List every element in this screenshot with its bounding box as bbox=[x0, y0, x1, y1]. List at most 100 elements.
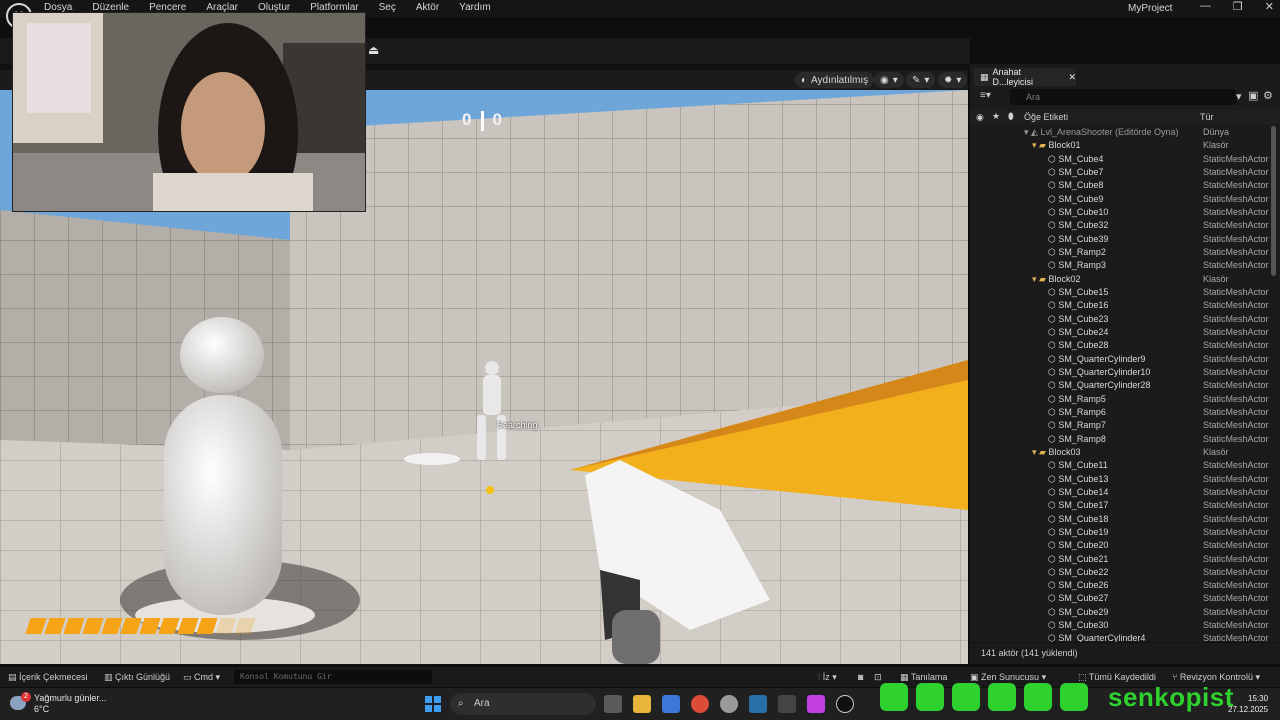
snap-settings-button[interactable]: ✎ ▾ bbox=[906, 72, 936, 88]
zen-server-button[interactable]: ▣ Zen Sunucusu ▾ bbox=[970, 672, 1046, 683]
outliner-actor-row[interactable]: ⬡ SM_Cube11 StaticMeshActor bbox=[970, 459, 1280, 472]
outliner-actor-row[interactable]: ⬡ SM_Cube7 StaticMeshActor bbox=[970, 166, 1280, 179]
static-mesh-icon: ⬡ bbox=[1048, 606, 1059, 617]
outliner-actor-row[interactable]: ⬡ SM_Ramp7 StaticMeshActor bbox=[970, 419, 1280, 432]
close-icon[interactable]: ✕ bbox=[1265, 0, 1274, 13]
outliner-actor-row[interactable]: ⬡ SM_QuarterCylinder28 StaticMeshActor bbox=[970, 379, 1280, 392]
record-icon[interactable]: ◙ bbox=[858, 672, 863, 682]
outliner-actor-row[interactable]: ⬡ SM_QuarterCylinder10 StaticMeshActor bbox=[970, 366, 1280, 379]
outliner-actor-row[interactable]: ⬡ SM_Cube18 StaticMeshActor bbox=[970, 513, 1280, 526]
outliner-actor-row[interactable]: ⬡ SM_Ramp3 StaticMeshActor bbox=[970, 259, 1280, 272]
maximize-icon[interactable]: ❐ bbox=[1233, 0, 1243, 13]
menu-item-select[interactable]: Seç bbox=[379, 2, 396, 13]
outliner-actor-row[interactable]: ⬡ SM_Cube20 StaticMeshActor bbox=[970, 539, 1280, 552]
outliner-actor-row[interactable]: ⬡ SM_Cube27 StaticMeshActor bbox=[970, 592, 1280, 605]
outliner-search-input[interactable]: Ara bbox=[1010, 89, 1236, 105]
outliner-search-row: ≡▾ Ara ▾ ▣ ⚙ bbox=[974, 88, 1276, 106]
outliner-actor-row[interactable]: ⬡ SM_Cube30 StaticMeshActor bbox=[970, 619, 1280, 632]
column-item-label[interactable]: Öğe Etiketi bbox=[1024, 112, 1068, 122]
outliner-actor-row[interactable]: ⬡ SM_QuarterCylinder9 StaticMeshActor bbox=[970, 353, 1280, 366]
filter-icon[interactable]: ≡▾ bbox=[980, 90, 991, 101]
menu-item-actor[interactable]: Aktör bbox=[416, 2, 439, 13]
windows-start-icon[interactable] bbox=[425, 696, 441, 712]
row-label: SM_Cube11 bbox=[1058, 460, 1108, 471]
outliner-actor-row[interactable]: ⬡ SM_Cube8 StaticMeshActor bbox=[970, 179, 1280, 192]
menu-item-help[interactable]: Yardım bbox=[459, 2, 491, 13]
outliner-actor-row[interactable]: ⬡ SM_Cube10 StaticMeshActor bbox=[970, 206, 1280, 219]
outliner-actor-row[interactable]: ⬡ SM_Cube19 StaticMeshActor bbox=[970, 526, 1280, 539]
close-tab-icon[interactable]: ✕ bbox=[1068, 72, 1076, 83]
store-icon[interactable] bbox=[662, 695, 680, 713]
epic-games-icon[interactable] bbox=[778, 695, 796, 713]
file-explorer-icon[interactable] bbox=[633, 695, 651, 713]
outliner-actor-row[interactable]: ⬡ SM_Cube17 StaticMeshActor bbox=[970, 499, 1280, 512]
outliner-actor-row[interactable]: ⬡ SM_Cube26 StaticMeshActor bbox=[970, 579, 1280, 592]
outliner-actor-row[interactable]: ⬡ SM_Cube14 StaticMeshActor bbox=[970, 486, 1280, 499]
outliner-actor-row[interactable]: ⬡ SM_Ramp6 StaticMeshActor bbox=[970, 406, 1280, 419]
outliner-actor-row[interactable]: ⬡ SM_Ramp8 StaticMeshActor bbox=[970, 433, 1280, 446]
outliner-actor-row[interactable]: ⬡ SM_Cube21 StaticMeshActor bbox=[970, 553, 1280, 566]
ammo-segment bbox=[82, 618, 104, 634]
steam-icon[interactable] bbox=[749, 695, 767, 713]
github-icon[interactable] bbox=[720, 695, 738, 713]
row-label: Lvl_ArenaShooter (Editörde Oyna) bbox=[1040, 127, 1179, 137]
chevron-down-icon[interactable]: ▾ bbox=[1236, 90, 1242, 103]
trace-button[interactable]: ⫶ İz ▾ bbox=[818, 672, 837, 683]
window-controls: — ❐ ✕ bbox=[1200, 0, 1274, 13]
outliner-actor-row[interactable]: ⬡ SM_Cube4 StaticMeshActor bbox=[970, 153, 1280, 166]
outliner-actor-row[interactable]: ▾ ◭ Lvl_ArenaShooter (Editörde Oyna) Düny… bbox=[970, 126, 1280, 139]
cmd-button[interactable]: ▭ Cmd ▾ bbox=[183, 672, 220, 683]
row-type: StaticMeshActor bbox=[1203, 540, 1269, 551]
outliner-actor-row[interactable]: ⬡ SM_Cube28 StaticMeshActor bbox=[970, 339, 1280, 352]
output-log-button[interactable]: ▥ Çıktı Günlüğü bbox=[104, 672, 170, 683]
show-flags-button[interactable]: ◉ ▾ bbox=[874, 72, 904, 88]
outliner-folder-row[interactable]: ▾ ▰ Block01 Klasör bbox=[970, 139, 1280, 152]
eject-icon[interactable]: ⏏ bbox=[368, 43, 382, 57]
diagnostics-button[interactable]: ▦ Tanılama bbox=[900, 672, 947, 683]
camera-icon[interactable]: ⊡ bbox=[874, 672, 882, 683]
taskbar-search[interactable]: ⌕ Ara bbox=[450, 693, 596, 715]
unreal-engine-icon[interactable] bbox=[836, 695, 854, 713]
weather-widget[interactable]: Yağmurlu günler... 6°C bbox=[34, 693, 106, 715]
outliner-folder-row[interactable]: ▾ ▰ Block02 Klasör bbox=[970, 273, 1280, 286]
outliner-scrollbar[interactable] bbox=[1271, 126, 1276, 276]
static-mesh-icon: ⬡ bbox=[1048, 393, 1059, 404]
outliner-actor-row[interactable]: ⬡ SM_Cube22 StaticMeshActor bbox=[970, 566, 1280, 579]
search-icon: ⌕ bbox=[458, 698, 464, 709]
minimize-icon[interactable]: — bbox=[1200, 0, 1211, 13]
row-type: StaticMeshActor bbox=[1203, 433, 1269, 444]
outliner-actor-row[interactable]: ⬡ SM_Cube24 StaticMeshActor bbox=[970, 326, 1280, 339]
outliner-actor-row[interactable]: ⬡ SM_Cube15 StaticMeshActor bbox=[970, 286, 1280, 299]
task-view-icon[interactable] bbox=[604, 695, 622, 713]
outliner-actor-row[interactable]: ⬡ SM_Ramp2 StaticMeshActor bbox=[970, 246, 1280, 259]
outliner-tree: ▾ ◭ Lvl_ArenaShooter (Editörde Oyna) Düny… bbox=[970, 126, 1280, 642]
settings-icon[interactable]: ⚙ bbox=[1263, 89, 1273, 102]
outliner-actor-row[interactable]: ⬡ SM_Ramp5 StaticMeshActor bbox=[970, 393, 1280, 406]
column-type[interactable]: Tür bbox=[1200, 112, 1214, 122]
console-command-input[interactable]: Konsol Komutunu Gir bbox=[234, 670, 432, 684]
pin-icon[interactable]: ⬮ bbox=[1008, 111, 1014, 122]
row-label: Block02 bbox=[1048, 273, 1081, 284]
app-icon[interactable] bbox=[807, 695, 825, 713]
eye-icon[interactable]: ◉ bbox=[976, 112, 984, 123]
lit-mode-button[interactable]: ◐ Aydınlatılmış bbox=[795, 72, 875, 88]
outliner-actor-row[interactable]: ⬡ SM_Cube32 StaticMeshActor bbox=[970, 219, 1280, 232]
outliner-actor-row[interactable]: ⬡ SM_Cube39 StaticMeshActor bbox=[970, 233, 1280, 246]
tab-outliner[interactable]: ▦ Anahat D...leyicisi ✕ bbox=[974, 67, 1076, 87]
outliner-actor-row[interactable]: ⬡ SM_Cube23 StaticMeshActor bbox=[970, 313, 1280, 326]
viewport-settings-button[interactable]: ✹ ▾ bbox=[938, 72, 968, 88]
row-type: StaticMeshActor bbox=[1203, 246, 1269, 257]
outliner-actor-row[interactable]: ⬡ SM_QuarterCylinder4 StaticMeshActor bbox=[970, 632, 1280, 642]
outliner-actor-row[interactable]: ⬡ SM_Cube9 StaticMeshActor bbox=[970, 193, 1280, 206]
outliner-actor-row[interactable]: ⬡ SM_Cube16 StaticMeshActor bbox=[970, 299, 1280, 312]
content-drawer-button[interactable]: ▤ İçerik Çekmecesi bbox=[8, 672, 88, 683]
row-label: SM_Cube32 bbox=[1058, 220, 1109, 231]
row-type: StaticMeshActor bbox=[1203, 353, 1269, 364]
outliner-actor-row[interactable]: ⬡ SM_Cube29 StaticMeshActor bbox=[970, 606, 1280, 619]
outliner-actor-row[interactable]: ⬡ SM_Cube13 StaticMeshActor bbox=[970, 473, 1280, 486]
chrome-icon[interactable] bbox=[691, 695, 709, 713]
add-folder-icon[interactable]: ▣ bbox=[1248, 89, 1258, 102]
system-clock[interactable]: 15:30 27.12.2025 bbox=[1228, 693, 1268, 715]
star-icon[interactable]: ★ bbox=[992, 111, 1000, 122]
outliner-folder-row[interactable]: ▾ ▰ Block03 Klasör bbox=[970, 446, 1280, 459]
